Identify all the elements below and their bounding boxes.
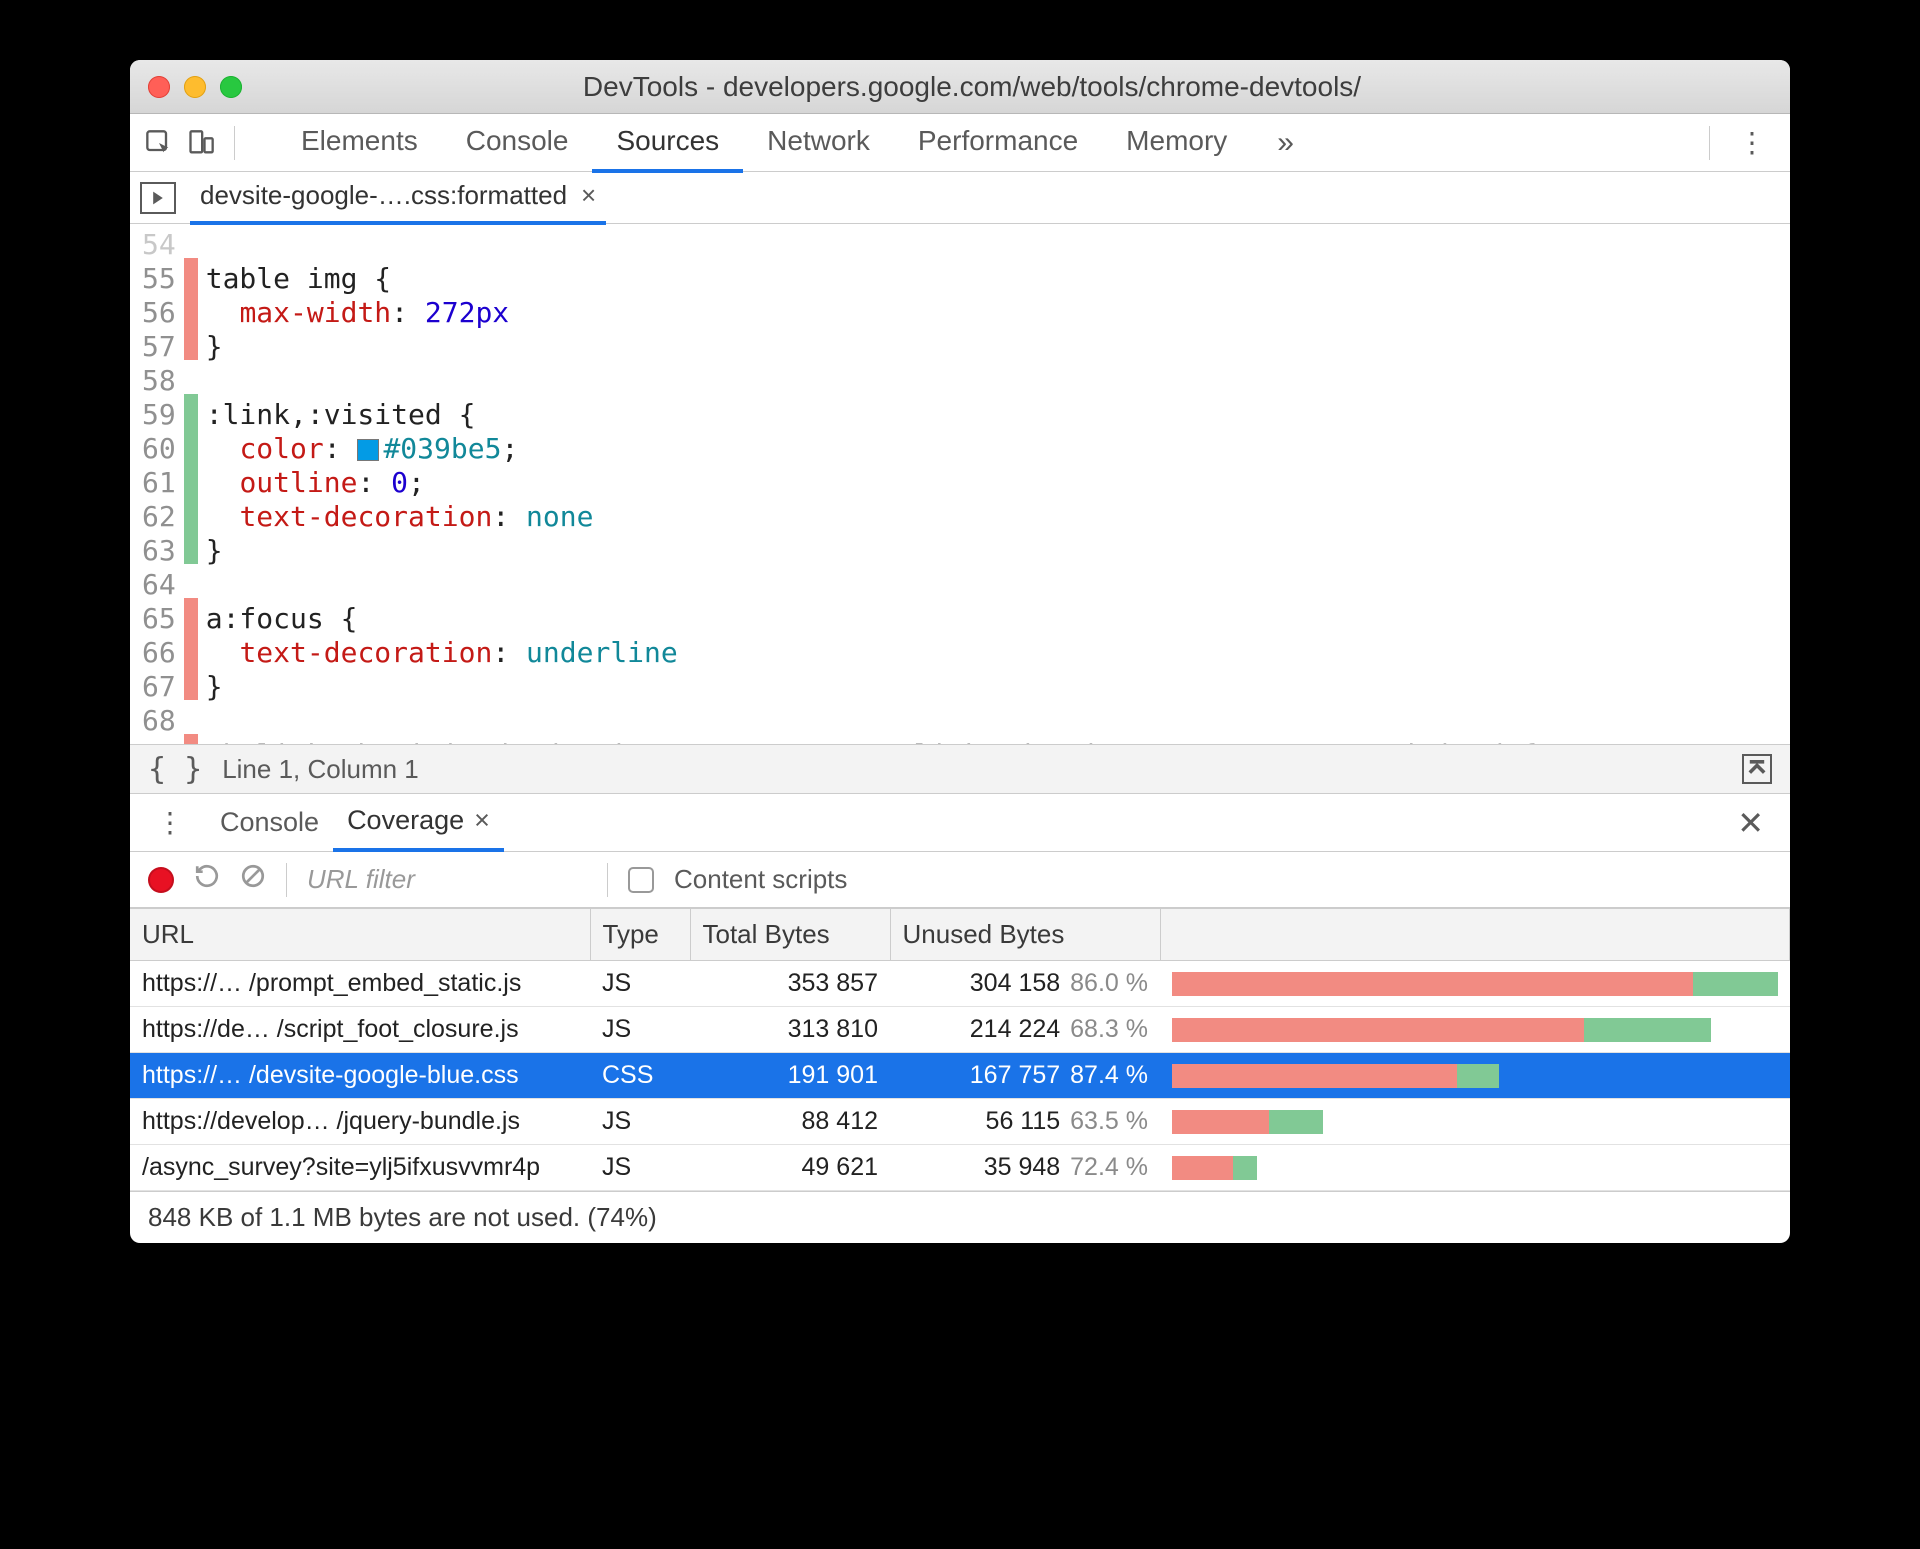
url-cell: https://… /prompt_embed_static.js xyxy=(130,961,590,1007)
record-button[interactable] xyxy=(148,867,174,893)
content-scripts-checkbox[interactable] xyxy=(628,867,654,893)
unused-bytes-cell: 167 75787.4 % xyxy=(890,1053,1160,1099)
url-cell: /async_survey?site=ylj5ifxusvvmr4p xyxy=(130,1145,590,1191)
tab-elements[interactable]: Elements xyxy=(277,113,442,173)
usage-bar-cell xyxy=(1160,1007,1790,1053)
url-filter-input[interactable]: URL filter xyxy=(307,864,587,895)
coverage-summary: 848 KB of 1.1 MB bytes are not used. (74… xyxy=(130,1191,1790,1243)
clear-icon[interactable] xyxy=(240,863,266,896)
code-status-bar: { } Line 1, Column 1 xyxy=(130,744,1790,794)
code-editor[interactable]: 545556575859606162636465666768 table img… xyxy=(130,224,1790,744)
drawer-kebab-icon[interactable]: ⋮ xyxy=(144,806,196,839)
url-cell: https://… /devsite-google-blue.css xyxy=(130,1053,590,1099)
coverage-toolbar: URL filter Content scripts xyxy=(130,852,1790,908)
code-content[interactable]: table img { max-width: 272px} :link,:vis… xyxy=(198,224,1538,744)
unused-bytes-cell: 304 15886.0 % xyxy=(890,961,1160,1007)
url-cell: https://de… /script_foot_closure.js xyxy=(130,1007,590,1053)
usage-bar-cell xyxy=(1160,1053,1790,1099)
file-tab[interactable]: devsite-google-….css:formatted × xyxy=(190,170,606,225)
unused-bytes-cell: 214 22468.3 % xyxy=(890,1007,1160,1053)
column-header[interactable] xyxy=(1160,909,1790,961)
panel-tabs: ElementsConsoleSourcesNetworkPerformance… xyxy=(277,113,1251,173)
table-row[interactable]: https://de… /script_foot_closure.jsJS313… xyxy=(130,1007,1790,1053)
close-tab-icon[interactable]: × xyxy=(581,180,596,211)
titlebar: DevTools - developers.google.com/web/too… xyxy=(130,60,1790,114)
table-row[interactable]: /async_survey?site=ylj5ifxusvvmr4pJS49 6… xyxy=(130,1145,1790,1191)
column-header[interactable]: URL xyxy=(130,909,590,961)
type-cell: JS xyxy=(590,961,690,1007)
drawer-tab-console[interactable]: Console xyxy=(206,793,333,852)
pretty-print-icon[interactable]: { } xyxy=(148,752,202,787)
settings-kebab-icon[interactable]: ⋮ xyxy=(1726,126,1778,159)
table-row[interactable]: https://… /devsite-google-blue.cssCSS191… xyxy=(130,1053,1790,1099)
drawer-header: ⋮ ConsoleCoverage × ✕ xyxy=(130,794,1790,852)
total-bytes-cell: 313 810 xyxy=(690,1007,890,1053)
file-tab-label: devsite-google-….css:formatted xyxy=(200,180,567,211)
table-row[interactable]: https://… /prompt_embed_static.jsJS353 8… xyxy=(130,961,1790,1007)
tab-sources[interactable]: Sources xyxy=(592,113,743,173)
column-header[interactable]: Unused Bytes xyxy=(890,909,1160,961)
type-cell: JS xyxy=(590,1007,690,1053)
toolbar-divider xyxy=(286,863,287,897)
reload-icon[interactable] xyxy=(194,863,220,896)
usage-bar-cell xyxy=(1160,961,1790,1007)
main-toolbar: ElementsConsoleSourcesNetworkPerformance… xyxy=(130,114,1790,172)
toolbar-divider xyxy=(607,863,608,897)
window-title: DevTools - developers.google.com/web/too… xyxy=(172,71,1772,103)
devtools-window: DevTools - developers.google.com/web/too… xyxy=(130,60,1790,1243)
tab-performance[interactable]: Performance xyxy=(894,113,1102,173)
type-cell: JS xyxy=(590,1099,690,1145)
url-cell: https://develop… /jquery-bundle.js xyxy=(130,1099,590,1145)
type-cell: JS xyxy=(590,1145,690,1191)
close-drawer-icon[interactable]: ✕ xyxy=(1725,804,1776,842)
total-bytes-cell: 353 857 xyxy=(690,961,890,1007)
device-toolbar-icon[interactable] xyxy=(184,126,218,160)
usage-bar-cell xyxy=(1160,1099,1790,1145)
drawer-tabs: ConsoleCoverage × xyxy=(206,793,504,852)
coverage-strip xyxy=(184,224,198,744)
coverage-table: URLTypeTotal BytesUnused Bytes https://…… xyxy=(130,908,1790,1191)
line-gutter: 545556575859606162636465666768 xyxy=(130,224,184,744)
type-cell: CSS xyxy=(590,1053,690,1099)
toggle-drawer-icon[interactable] xyxy=(1742,754,1772,784)
tab-memory[interactable]: Memory xyxy=(1102,113,1251,173)
total-bytes-cell: 49 621 xyxy=(690,1145,890,1191)
unused-bytes-cell: 35 94872.4 % xyxy=(890,1145,1160,1191)
close-window-button[interactable] xyxy=(148,76,170,98)
toolbar-divider xyxy=(1709,126,1710,160)
sources-file-tabs: devsite-google-….css:formatted × xyxy=(130,172,1790,224)
drawer-tab-coverage[interactable]: Coverage × xyxy=(333,793,504,852)
usage-bar-cell xyxy=(1160,1145,1790,1191)
inspect-element-icon[interactable] xyxy=(142,126,176,160)
total-bytes-cell: 191 901 xyxy=(690,1053,890,1099)
more-tabs-chevron-icon[interactable]: » xyxy=(1259,126,1312,160)
cursor-position: Line 1, Column 1 xyxy=(222,754,419,785)
table-row[interactable]: https://develop… /jquery-bundle.jsJS88 4… xyxy=(130,1099,1790,1145)
total-bytes-cell: 88 412 xyxy=(690,1099,890,1145)
column-header[interactable]: Total Bytes xyxy=(690,909,890,961)
table-header-row: URLTypeTotal BytesUnused Bytes xyxy=(130,909,1790,961)
tab-network[interactable]: Network xyxy=(743,113,894,173)
navigator-toggle-icon[interactable] xyxy=(140,182,176,214)
toolbar-divider xyxy=(234,126,235,160)
column-header[interactable]: Type xyxy=(590,909,690,961)
content-scripts-label: Content scripts xyxy=(674,864,847,895)
unused-bytes-cell: 56 11563.5 % xyxy=(890,1099,1160,1145)
tab-console[interactable]: Console xyxy=(442,113,593,173)
